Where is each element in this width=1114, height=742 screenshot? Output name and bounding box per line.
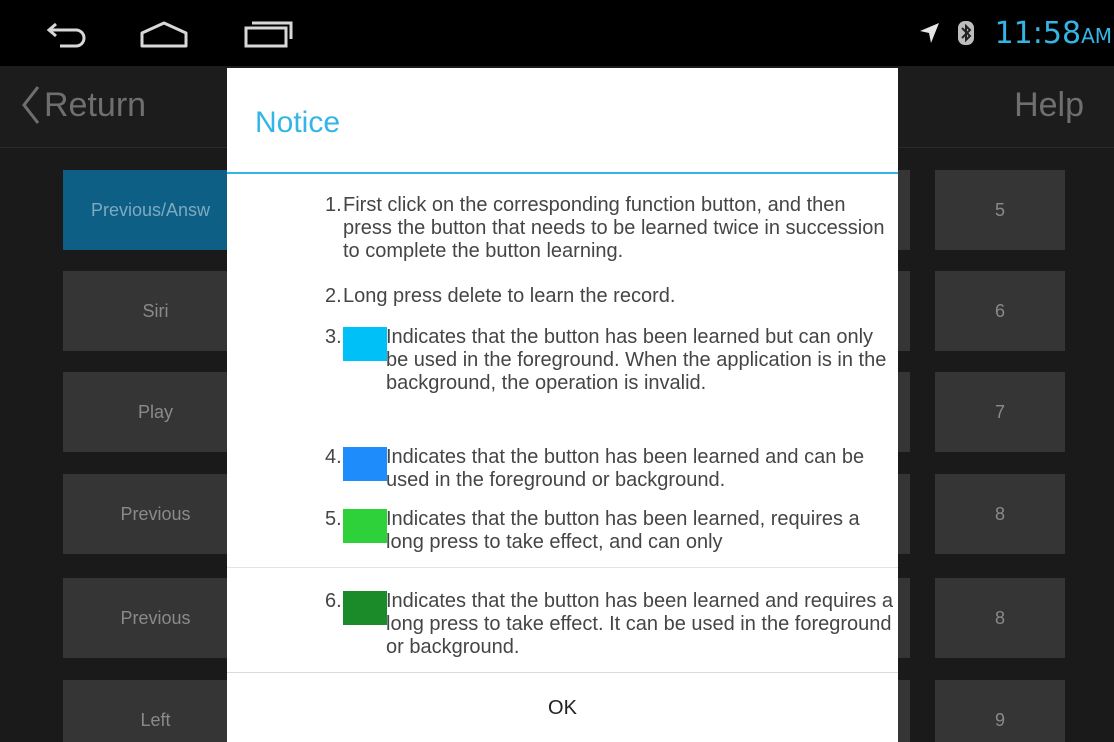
notice-item-4: 4. Indicates that the button has been le… xyxy=(325,446,895,492)
number-button-9[interactable]: 9 xyxy=(935,680,1065,742)
number-button-7[interactable]: 7 xyxy=(935,372,1065,452)
ok-button[interactable]: OK xyxy=(227,673,898,742)
item-number: 6. xyxy=(325,590,342,612)
notice-item-5: 5. Indicates that the button has been le… xyxy=(325,508,895,554)
function-button-previous[interactable]: Previous xyxy=(63,474,248,554)
number-label: 8 xyxy=(994,607,1005,628)
function-button-label: Play xyxy=(137,401,173,422)
back-button[interactable] xyxy=(38,14,98,54)
clock-time: 11:58 xyxy=(994,15,1082,51)
item-text: Indicates that the button has been learn… xyxy=(386,446,865,491)
function-button-siri[interactable]: Siri xyxy=(63,271,248,351)
recent-apps-icon xyxy=(244,21,293,48)
function-button-previous-2[interactable]: Previous xyxy=(63,578,248,658)
item-number: 3. xyxy=(325,326,342,348)
notice-item-6: 6. Indicates that the button has been le… xyxy=(325,590,895,659)
help-button[interactable]: Help xyxy=(1014,80,1084,130)
number-label: 5 xyxy=(994,199,1005,220)
foreground-only-swatch xyxy=(343,327,387,361)
status-area: 11:58AM xyxy=(917,0,1114,66)
foreground-background-swatch xyxy=(343,447,387,481)
dialog-footer: OK xyxy=(227,672,898,742)
number-label: 9 xyxy=(994,709,1005,730)
return-button[interactable]: Return xyxy=(20,80,146,130)
item-number: 4. xyxy=(325,446,342,468)
function-button-label: Siri xyxy=(142,300,169,321)
number-button-8[interactable]: 8 xyxy=(935,474,1065,554)
item-text: Long press delete to learn the record. xyxy=(343,285,676,307)
return-label: Return xyxy=(44,85,147,124)
function-button-previous-answer[interactable]: Previous/Answ xyxy=(63,170,248,250)
number-button-8-2[interactable]: 8 xyxy=(935,578,1065,658)
chevron-left-icon xyxy=(22,86,40,124)
status-bar: 11:58AM xyxy=(0,0,1114,66)
clock: 11:58AM xyxy=(995,16,1112,51)
number-button-6[interactable]: 6 xyxy=(935,271,1065,351)
notice-item-1: 1. First click on the corresponding func… xyxy=(325,194,895,263)
function-button-play[interactable]: Play xyxy=(63,372,248,452)
number-label: 7 xyxy=(994,401,1005,422)
home-button[interactable] xyxy=(132,14,196,54)
notice-dialog: Notice 1. First click on the correspondi… xyxy=(227,68,898,742)
function-button-label: Previous/Answ xyxy=(91,199,211,220)
bluetooth-icon xyxy=(957,21,974,45)
dialog-title: Notice xyxy=(255,106,341,139)
clock-ampm: AM xyxy=(1081,23,1112,48)
item-number: 1. xyxy=(325,194,342,216)
recent-apps-button[interactable] xyxy=(236,14,300,54)
function-button-label: Previous xyxy=(120,503,191,524)
notice-content[interactable]: 1. First click on the corresponding func… xyxy=(227,174,898,672)
item-text: Indicates that the button has been learn… xyxy=(386,326,887,394)
item-text: Indicates that the button has been learn… xyxy=(386,590,894,658)
number-label: 6 xyxy=(994,300,1005,321)
item-text: Indicates that the button has been learn… xyxy=(386,508,860,553)
item-number: 2. xyxy=(325,285,342,307)
number-label: 8 xyxy=(994,503,1005,524)
notice-item-2: 2. Long press delete to learn the record… xyxy=(325,285,895,308)
back-icon xyxy=(46,22,86,48)
function-button-label: Left xyxy=(140,709,171,730)
location-arrow-icon xyxy=(919,23,939,43)
number-button-5[interactable]: 5 xyxy=(935,170,1065,250)
notice-item-3: 3. Indicates that the button has been le… xyxy=(325,326,895,395)
long-press-foreground-swatch xyxy=(343,509,387,543)
function-button-label: Previous xyxy=(120,607,191,628)
function-button-left[interactable]: Left xyxy=(63,680,248,742)
home-icon xyxy=(140,21,188,48)
scroll-seam xyxy=(227,567,898,568)
item-number: 5. xyxy=(325,508,342,530)
long-press-foreground-background-swatch xyxy=(343,591,387,625)
help-label: Help xyxy=(1014,85,1084,124)
item-text: First click on the corresponding functio… xyxy=(343,194,885,262)
